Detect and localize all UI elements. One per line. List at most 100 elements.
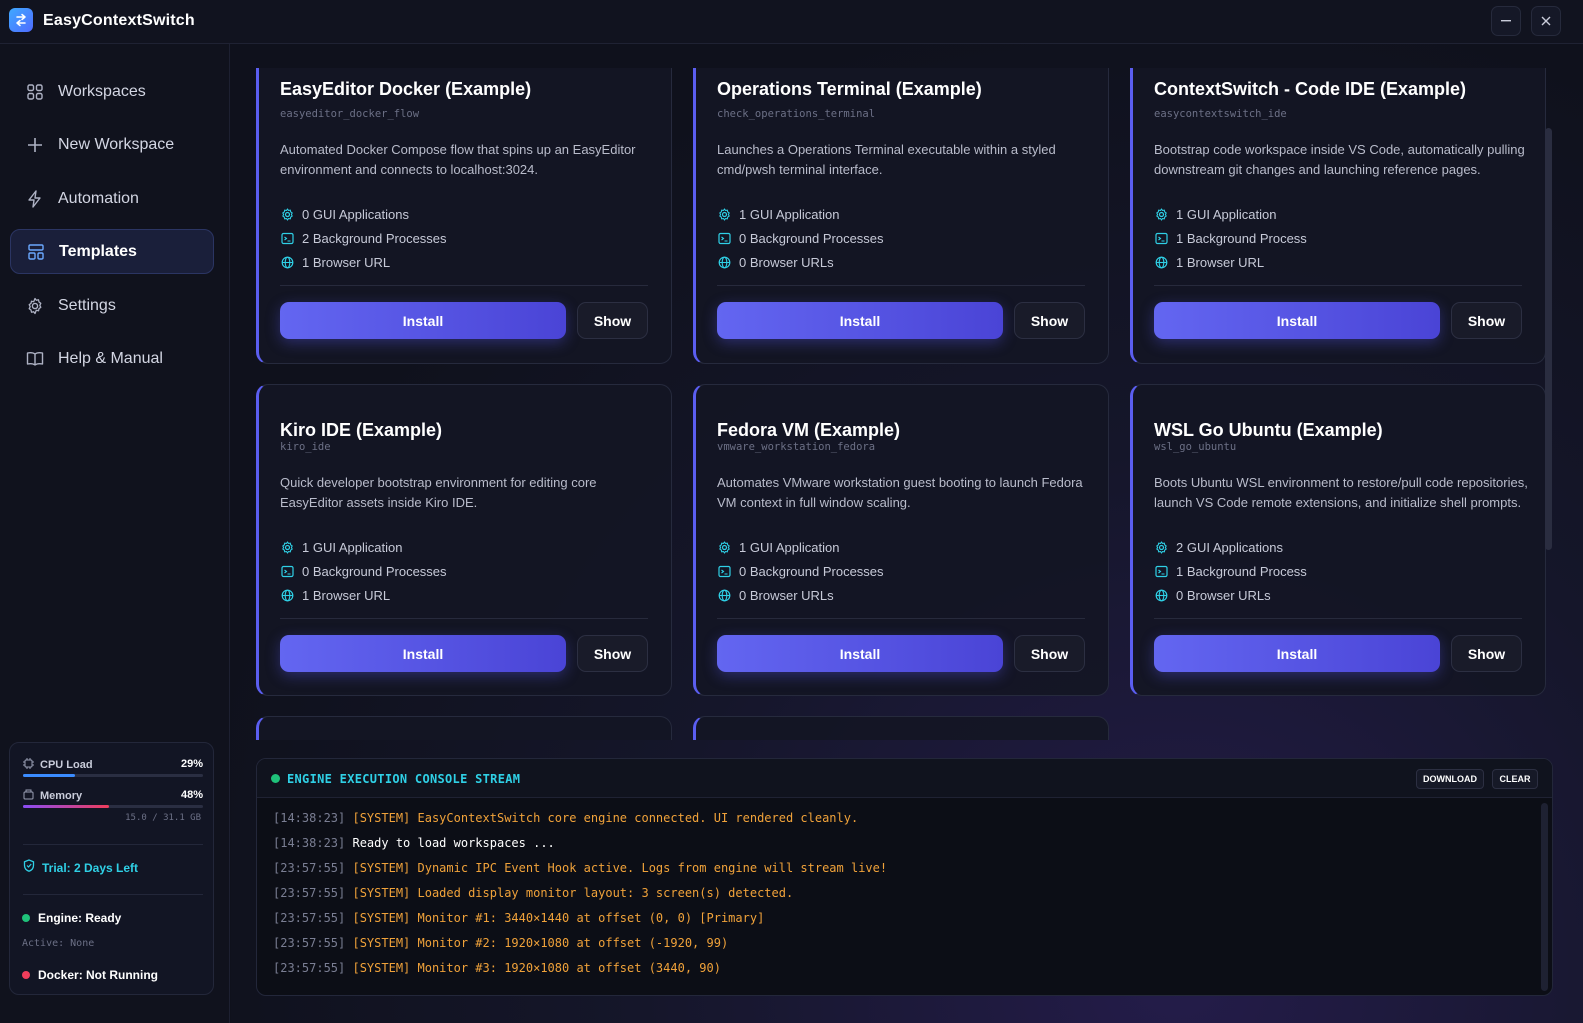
background-count-label: 0 Background Processes [302,563,447,579]
plus-icon [26,136,44,154]
url-count-label: 0 Browser URLs [739,254,834,270]
sidebar-item-label: Workspaces [58,82,146,100]
log-message: Ready to load workspaces ... [352,836,555,850]
install-button[interactable]: Install [280,302,566,339]
cpu-load-value: 29% [180,758,203,770]
log-line: [23:57:55] [SYSTEM] Monitor #2: 1920×108… [273,936,728,950]
template-description: Automates VMware workstation guest booti… [717,475,1083,510]
show-button[interactable]: Show [1014,635,1085,672]
url-count-label: 0 Browser URLs [739,587,834,603]
console-title: ENGINE EXECUTION CONSOLE STREAM [287,772,521,786]
gear-icon [26,297,44,315]
sidebar-item-new-workspace[interactable]: New Workspace [10,122,214,167]
background-count: 1 Background Process [1154,559,1307,583]
log-message: [SYSTEM] Loaded display monitor layout: … [352,886,794,900]
template-title: Operations Terminal (Example) [717,79,982,99]
template-description: Bootstrap code workspace inside VS Code,… [1154,142,1525,177]
template-description: Launches a Operations Terminal executabl… [717,142,1056,177]
gui-count: 2 GUI Applications [1154,535,1307,559]
system-stats-panel: CPU Load 29% Memory 48% 15.0 / 31.1 GB T… [9,742,214,995]
clear-button[interactable]: CLEAR [1492,769,1538,789]
show-button[interactable]: Show [1451,635,1522,672]
sidebar-item-label: Help & Manual [58,349,163,367]
app-logo-icon [9,8,33,32]
url-count: 1 Browser URL [280,583,447,607]
sidebar-item-automation[interactable]: Automation [10,176,214,221]
book-icon [26,350,44,368]
divider [280,618,648,619]
template-card: WSL Go Ubuntu (Example) wsl_go_ubuntu Boot… [1130,384,1546,696]
show-button[interactable]: Show [577,635,648,672]
active-workspace: Active: None [22,938,95,949]
console-scrollbar[interactable] [1541,803,1548,991]
close-button[interactable] [1531,6,1561,36]
template-card: Fedora VM (Example) vmware_workstation_fe… [693,384,1109,696]
main-scrollbar[interactable] [1545,128,1552,550]
memory-stat: Memory 48% [23,789,203,808]
sidebar-item-workspaces[interactable]: Workspaces [10,69,214,114]
sidebar-item-label: New Workspace [58,135,175,153]
show-button[interactable]: Show [1451,302,1522,339]
template-id: easyeditor_docker_flow [280,108,420,120]
install-button[interactable]: Install [1154,635,1440,672]
url-count-label: 1 Browser URL [302,587,391,603]
show-button[interactable]: Show [1014,302,1085,339]
gui-count: 1 GUI Application [717,535,884,559]
download-button[interactable]: DOWNLOAD [1416,769,1484,789]
background-count-label: 1 Background Process [1176,230,1307,246]
background-count-label: 0 Background Processes [739,230,884,246]
install-button[interactable]: Install [717,302,1003,339]
memory-label: Memory [40,790,83,802]
log-line: [14:38:23] [SYSTEM] EasyContextSwitch co… [273,811,858,825]
template-description: Automated Docker Compose flow that spins… [280,142,636,177]
template-stats: 1 GUI Application 0 Background Processes 1… [280,535,447,607]
background-count-label: 0 Background Processes [739,563,884,579]
log-message: [SYSTEM] Monitor #2: 1920×1080 at offset… [352,936,729,950]
template-stats: 1 GUI Application 0 Background Processes 0… [717,202,884,274]
sidebar-item-help[interactable]: Help & Manual [10,336,214,381]
divider [23,894,203,895]
status-dot-icon [22,971,30,979]
trial-status[interactable]: Trial: 2 Days Left [23,859,138,877]
console-header: ENGINE EXECUTION CONSOLE STREAM DOWNLOAD… [257,759,1552,798]
template-stats: 0 GUI Applications 2 Background Processes… [280,202,447,274]
gear-icon [1154,207,1168,221]
log-line: [23:57:55] [SYSTEM] Dynamic IPC Event Ho… [273,861,887,875]
template-card: Operations Terminal (Example) check_opera… [693,68,1109,364]
url-count-label: 1 Browser URL [302,254,391,270]
sidebar-item-label: Settings [58,296,116,314]
gui-count-label: 1 GUI Application [739,539,840,555]
install-button[interactable]: Install [280,635,566,672]
gear-icon [280,207,294,221]
url-count: 0 Browser URLs [717,583,884,607]
cpu-load-label: CPU Load [40,759,93,771]
terminal-icon [280,231,294,245]
template-title: EasyEditor Docker (Example) [280,79,532,99]
divider [280,285,648,286]
url-count-label: 1 Browser URL [1176,254,1265,270]
globe-icon [280,588,294,602]
cpu-load-stat: CPU Load 29% [23,758,203,777]
app-title: EasyContextSwitch [43,12,195,29]
gear-icon [717,540,731,554]
terminal-icon [717,231,731,245]
template-description: Boots Ubuntu WSL environment to restore/… [1154,475,1528,510]
engine-status-label: Engine: Ready [38,911,122,925]
trial-label: Trial: 2 Days Left [42,861,139,875]
sidebar-item-settings[interactable]: Settings [10,283,214,328]
template-stats: 2 GUI Applications 1 Background Process 0 … [1154,535,1307,607]
minimize-button[interactable] [1491,6,1521,36]
shield-icon [23,859,35,877]
url-count: 1 Browser URL [1154,250,1307,274]
log-timestamp: [14:38:23] [273,836,346,850]
gui-count-label: 2 GUI Applications [1176,539,1283,555]
template-card: Kiro IDE (Example) kiro_ide Quick develope… [256,384,672,696]
sidebar-item-templates[interactable]: Templates [10,229,214,274]
gear-icon [280,540,294,554]
show-button[interactable]: Show [577,302,648,339]
template-icon [27,243,45,261]
terminal-icon [1154,564,1168,578]
install-button[interactable]: Install [1154,302,1440,339]
install-button[interactable]: Install [717,635,1003,672]
log-message: [SYSTEM] Dynamic IPC Event Hook active. … [352,861,888,875]
